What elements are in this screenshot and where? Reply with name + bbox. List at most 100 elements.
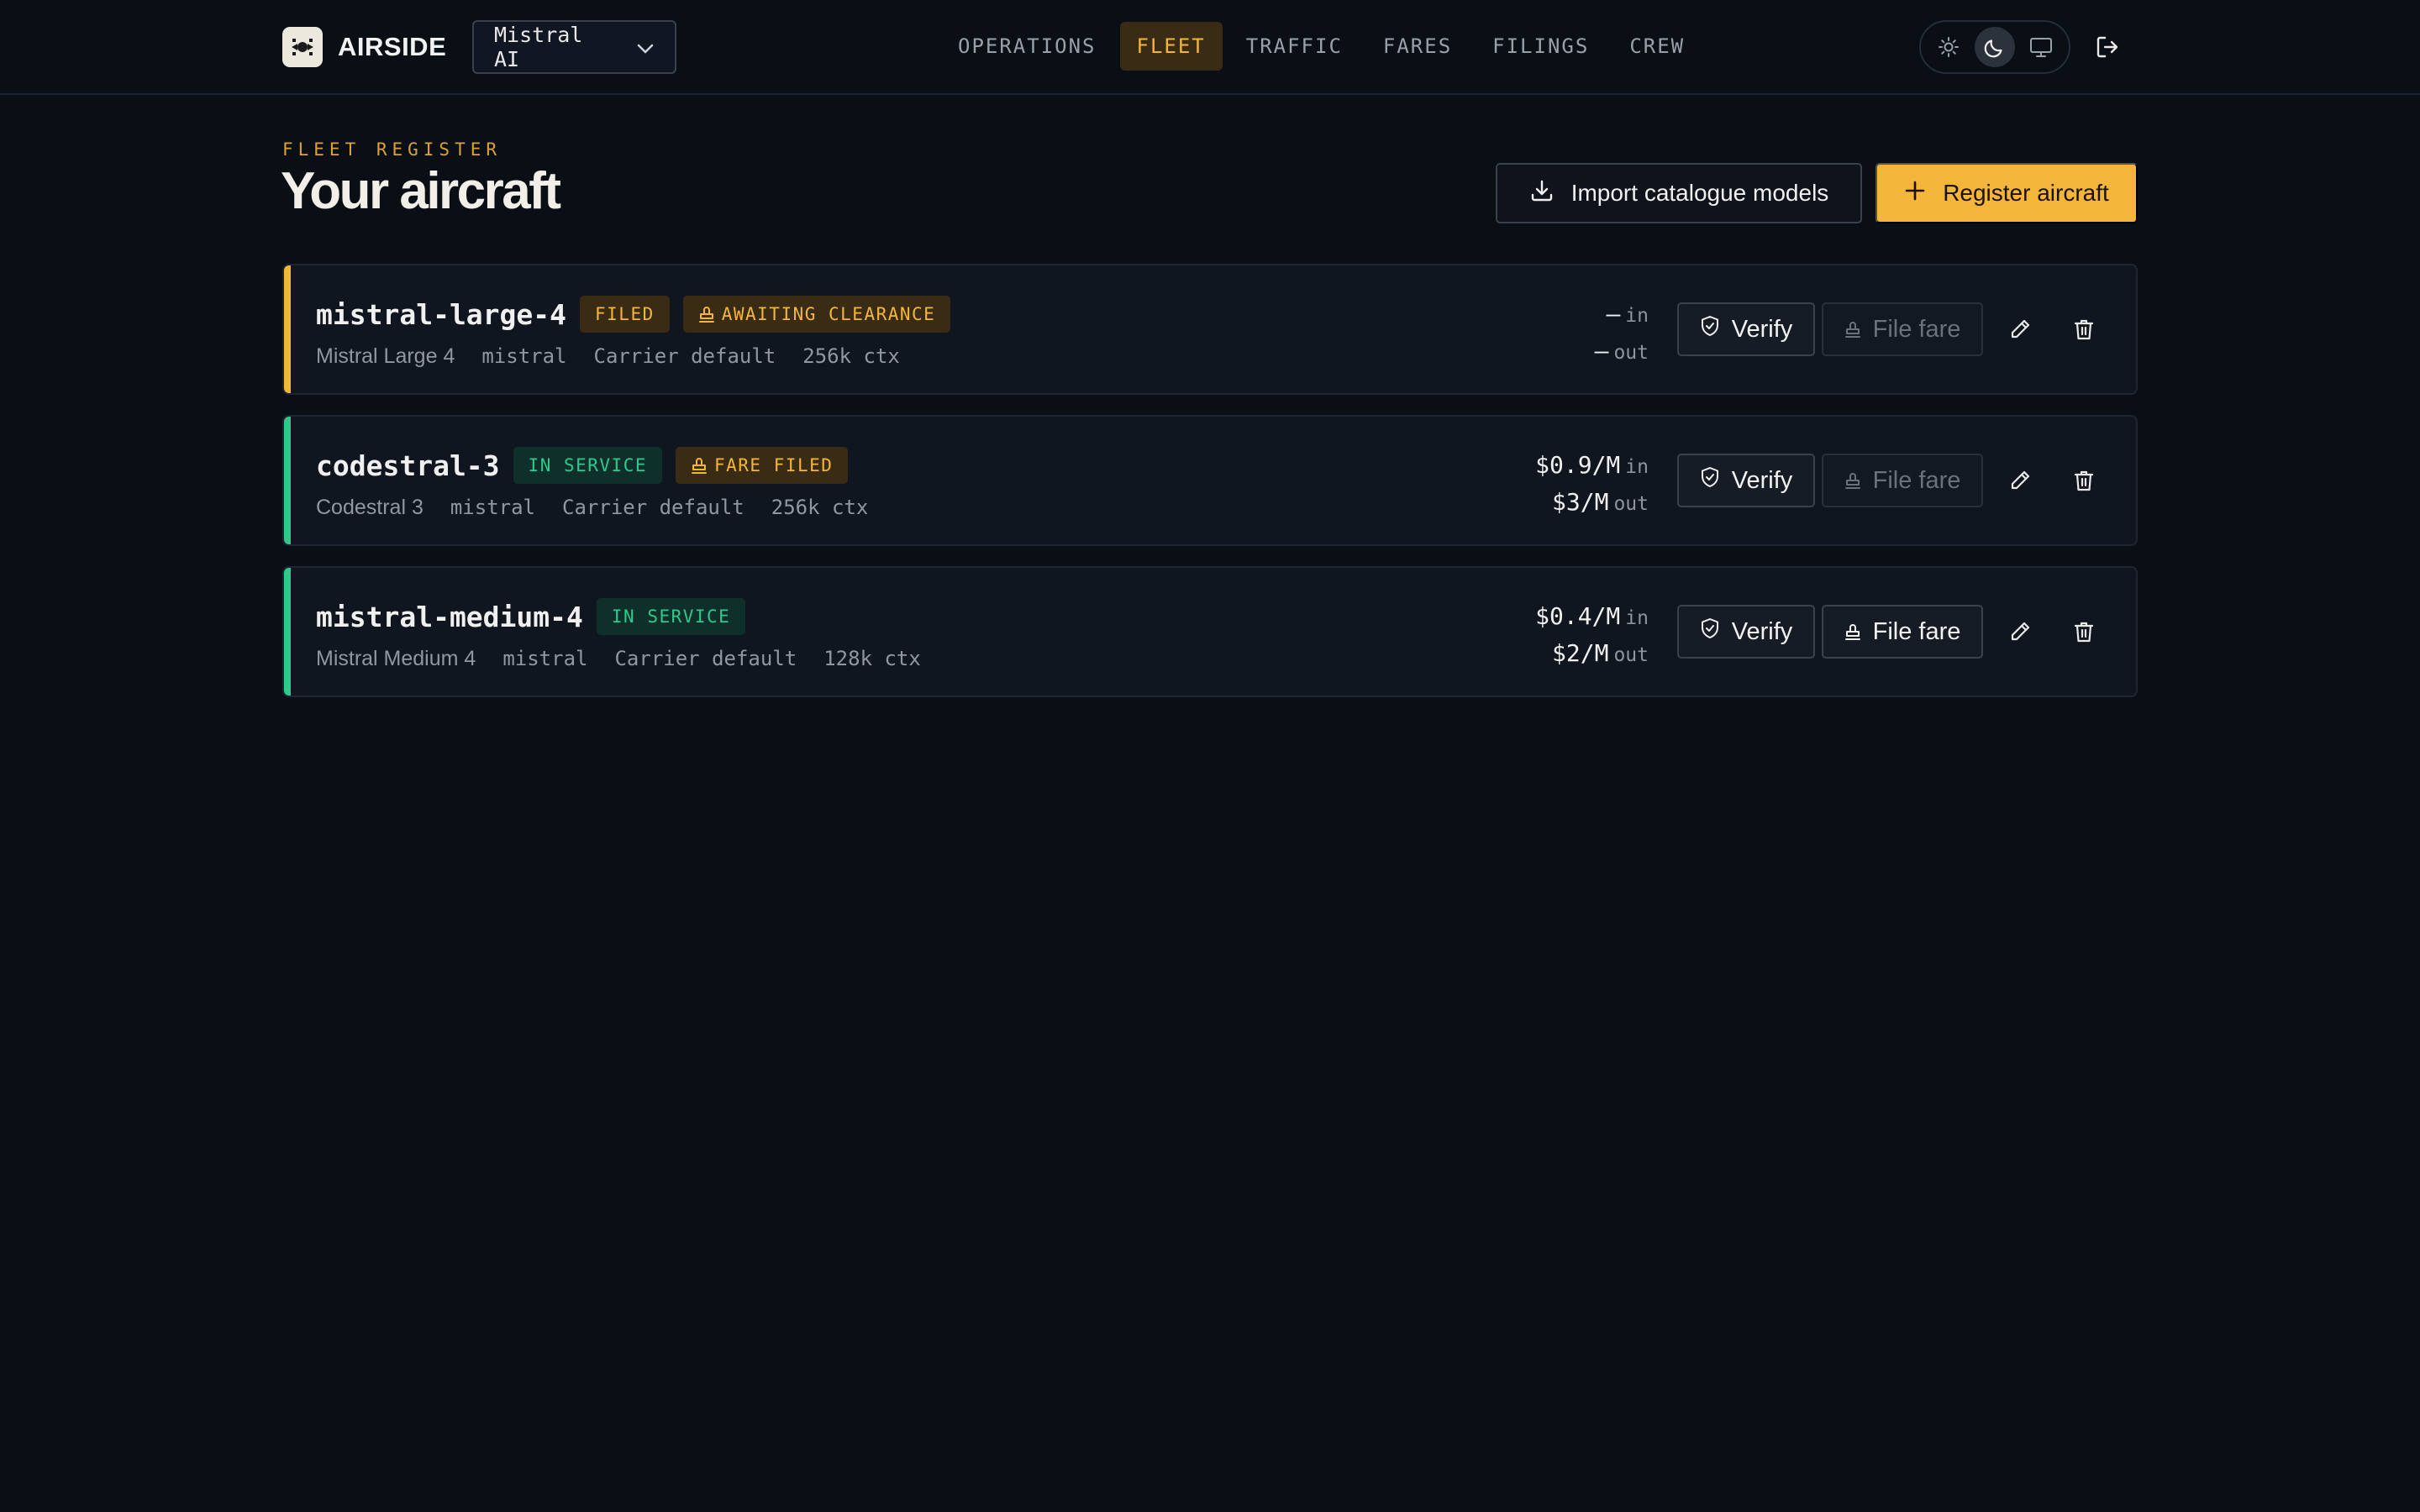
aircraft-display-name: Mistral Medium 4 [316,647,476,670]
aircraft-card-mistral-medium-4: mistral-medium-4 IN SERVICE Mistral Medi… [282,566,2138,697]
aircraft-context: 256k ctx [802,344,900,368]
trash-icon[interactable] [2067,615,2101,648]
price-out: $2/M [1552,639,1609,667]
status-badge-label: FILED [595,304,655,324]
nav-item-fleet[interactable]: FLEET [1119,22,1223,71]
main-nav: OPERATIONS FLEET TRAFFIC FARES FILINGS C… [941,22,1702,71]
aircraft-context: 256k ctx [771,496,869,519]
edit-icon[interactable] [2003,464,2037,497]
import-catalogue-label: Import catalogue models [1570,180,1829,206]
fare-prices: — in — out [1430,297,1649,371]
verify-label: Verify [1731,617,1793,645]
aircraft-id: codestral-3 [316,449,500,482]
aircraft-meta: Mistral Large 4 mistral Carrier default … [316,344,900,369]
status-badge: IN SERVICE [596,598,746,635]
status-badge: AWAITING CLEARANCE [682,296,951,333]
status-badges: FILED AWAITING CLEARANCE [580,296,951,333]
top-bar: AIRSIDE Mistral AI OPERATIONS FLEET TRAF… [0,0,2420,95]
aircraft-id: mistral-medium-4 [316,600,583,633]
aircraft-display-name: Codestral 3 [316,496,424,519]
stamp-icon [691,456,708,475]
brand[interactable]: AIRSIDE [282,26,446,68]
status-badge-label: IN SERVICE [611,606,731,627]
price-in: — [1606,300,1621,328]
file-fare-label: File fare [1872,617,1961,645]
theme-switch [1919,20,2070,74]
page-title: Your aircraft [281,162,561,220]
status-badge-label: IN SERVICE [528,455,647,475]
aircraft-card-codestral-3: codestral-3 IN SERVICE FARE FILED Codestr… [282,415,2138,546]
file-fare-button[interactable]: File fare [1822,605,1983,659]
logout-icon[interactable] [2087,29,2128,66]
aircraft-card-mistral-large-4: mistral-large-4 FILED AWAITING CLEARANCE … [282,264,2138,395]
aircraft-meta: Codestral 3 mistral Carrier default 256k… [316,496,868,520]
status-badge-label: FARE FILED [713,455,834,475]
status-stripe [284,417,291,544]
nav-item-operations[interactable]: OPERATIONS [941,22,1113,71]
file-fare-label: File fare [1872,315,1961,343]
verify-label: Verify [1731,466,1793,494]
aircraft-carrier: Carrier default [562,496,744,519]
moon-icon[interactable] [1974,27,2015,67]
fare-prices: $0.4/M in $2/M out [1430,600,1649,674]
aircraft-carrier: Carrier default [593,344,776,368]
aircraft-meta: Mistral Medium 4 mistral Carrier default… [316,647,921,671]
nav-item-fares[interactable]: FARES [1366,22,1469,71]
register-aircraft-button[interactable]: Register aircraft [1876,163,2138,223]
nav-item-traffic[interactable]: TRAFFIC [1229,22,1360,71]
shield-check-icon [1700,617,1720,646]
page-eyebrow: FLEET REGISTER [282,139,502,160]
nav-item-crew[interactable]: CREW [1612,22,1702,71]
status-stripe [284,265,291,393]
status-badge-label: AWAITING CLEARANCE [721,304,936,324]
status-badges: IN SERVICE FARE FILED [513,447,849,484]
file-fare-label: File fare [1872,466,1961,494]
sun-icon[interactable] [1928,27,1969,67]
verify-label: Verify [1731,315,1793,343]
edit-icon[interactable] [2003,615,2037,648]
price-out-unit: out [1613,644,1649,666]
org-select-value: Mistral AI [494,23,583,71]
price-out: — [1594,337,1609,365]
status-stripe [284,568,291,696]
stamp-icon [1844,622,1861,641]
shield-check-icon [1700,315,1720,344]
import-catalogue-button[interactable]: Import catalogue models [1496,163,1862,223]
aircraft-carrier: Carrier default [614,647,797,670]
price-out-unit: out [1613,493,1649,515]
register-aircraft-label: Register aircraft [1943,180,2109,206]
file-fare-button[interactable]: File fare [1822,454,1983,507]
verify-button[interactable]: Verify [1677,302,1815,356]
price-in: $0.4/M [1535,602,1621,630]
aircraft-provider: mistral [502,647,588,670]
verify-button[interactable]: Verify [1677,605,1815,659]
brand-name: AIRSIDE [338,32,447,61]
aircraft-provider: mistral [450,496,536,519]
org-select[interactable]: Mistral AI [472,20,676,74]
download-icon [1529,178,1555,209]
monitor-icon[interactable] [2021,27,2061,67]
aircraft-context: 128k ctx [823,647,921,670]
chevron-down-icon [636,35,655,60]
trash-icon[interactable] [2067,312,2101,346]
verify-button[interactable]: Verify [1677,454,1815,507]
price-out-unit: out [1613,342,1649,364]
price-in-unit: in [1625,305,1649,327]
price-in-unit: in [1625,456,1649,478]
price-in-unit: in [1625,607,1649,629]
edit-icon[interactable] [2003,312,2037,346]
status-badge: IN SERVICE [513,447,662,484]
price-out: $3/M [1552,488,1609,516]
aircraft-provider: mistral [481,344,567,368]
stamp-icon [1844,471,1861,490]
price-in: $0.9/M [1535,451,1621,479]
aircraft-display-name: Mistral Large 4 [316,344,455,368]
status-badge: FILED [580,296,670,333]
stamp-icon [1844,320,1861,339]
status-badge: FARE FILED [675,447,849,484]
file-fare-button[interactable]: File fare [1822,302,1983,356]
trash-icon[interactable] [2067,464,2101,497]
nav-item-filings[interactable]: FILINGS [1476,22,1606,71]
fare-prices: $0.9/M in $3/M out [1430,449,1649,522]
airside-logo-icon [282,27,323,67]
